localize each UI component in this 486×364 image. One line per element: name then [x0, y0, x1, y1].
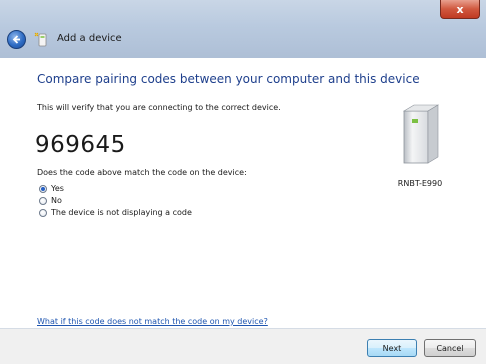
match-question: Does the code above match the code on th… [37, 168, 247, 177]
pairing-code: 969645 [35, 132, 126, 158]
option-yes[interactable]: Yes [39, 184, 64, 193]
intro-text: This will verify that you are connecting… [37, 103, 281, 112]
help-link[interactable]: What if this code does not match the cod… [37, 317, 268, 326]
option-no[interactable]: No [39, 196, 62, 205]
back-arrow-icon [12, 35, 20, 44]
close-icon: x [456, 2, 464, 16]
close-button[interactable]: x [440, 0, 480, 19]
option-no-label: No [51, 196, 62, 205]
footer: Next Cancel [0, 328, 486, 364]
next-button[interactable]: Next [367, 339, 417, 357]
radio-yes[interactable] [39, 184, 47, 193]
title-bar: x Add a device [0, 0, 486, 57]
back-button[interactable] [7, 30, 26, 49]
content-panel: Compare pairing codes between your compu… [0, 57, 486, 328]
cancel-button[interactable]: Cancel [424, 339, 476, 357]
device-icon [402, 104, 440, 164]
wizard-title: Add a device [57, 33, 122, 44]
option-no-code-label: The device is not displaying a code [51, 208, 192, 217]
option-no-code[interactable]: The device is not displaying a code [39, 208, 192, 217]
option-yes-label: Yes [51, 184, 64, 193]
device-name: RNBT-E990 [397, 179, 443, 188]
bluetooth-device-wizard-icon [34, 32, 47, 47]
radio-no[interactable] [39, 196, 47, 205]
page-heading: Compare pairing codes between your compu… [37, 72, 420, 86]
radio-no-code[interactable] [39, 208, 47, 217]
